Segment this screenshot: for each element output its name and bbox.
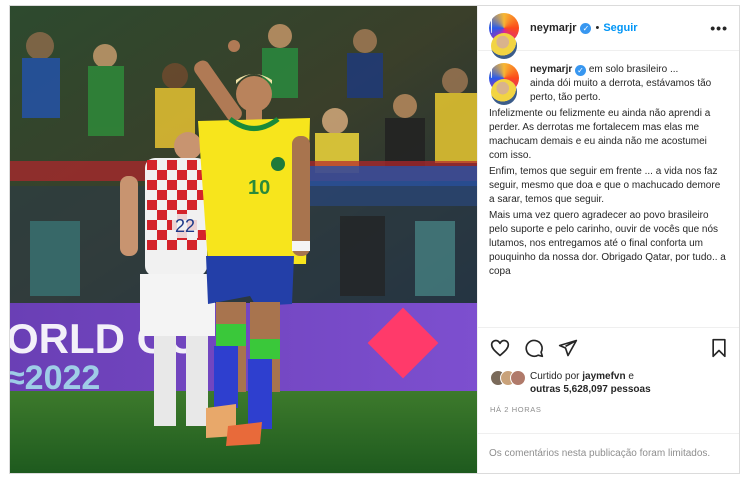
- instagram-post: ORLD CO ≈2022 22 10 neymarjr ✓ • Seguir …: [9, 5, 740, 474]
- caption-username[interactable]: neymarjr: [530, 64, 572, 75]
- send-icon[interactable]: [558, 338, 578, 358]
- heart-icon[interactable]: [490, 338, 510, 358]
- opponent-number: 22: [175, 216, 195, 236]
- liked-by-and: e: [628, 371, 634, 382]
- caption-paragraph: Enfim, temos que seguir em frente ... a …: [489, 166, 721, 205]
- photo-illustration: ORLD CO ≈2022 22 10: [10, 6, 477, 473]
- likes-summary: Curtido por jaymefvn e outras 5,628,097 …: [490, 370, 651, 396]
- post-photo[interactable]: ORLD CO ≈2022 22 10: [10, 6, 477, 473]
- post-timestamp[interactable]: HÁ 2 HORAS: [490, 405, 541, 414]
- liked-by-others[interactable]: outras 5,628,097 pessoas: [530, 384, 651, 395]
- avatar[interactable]: [489, 13, 519, 77]
- player-number: 10: [248, 177, 270, 199]
- caption-avatar[interactable]: [489, 63, 519, 118]
- separator-dot: •: [595, 22, 600, 34]
- comments-limited-notice: Os comentários nesta publicação foram li…: [478, 433, 739, 473]
- caption-line-1: em solo brasileiro ...: [588, 64, 679, 75]
- post-header: neymarjr ✓ • Seguir •••: [478, 6, 739, 77]
- verified-badge-icon: ✓: [575, 65, 587, 76]
- liked-by-prefix: Curtido por: [530, 371, 580, 382]
- caption-text: neymarjr ✓ em solo brasileiro ... ainda d…: [530, 63, 728, 105]
- username[interactable]: neymarjr: [530, 22, 576, 34]
- caption-paragraph: Mais uma vez quero agradecer ao povo bra…: [489, 210, 726, 277]
- more-options-icon[interactable]: •••: [710, 20, 728, 36]
- comment-icon[interactable]: [524, 338, 544, 358]
- verified-badge-icon: ✓: [580, 22, 592, 34]
- caption-paragraph: Infelizmente ou felizmente eu ainda não …: [489, 108, 711, 161]
- liked-by-user[interactable]: jaymefvn: [582, 371, 625, 382]
- caption-area: neymarjr ✓ em solo brasileiro ... ainda d…: [478, 51, 739, 327]
- follow-button[interactable]: Seguir: [603, 22, 637, 34]
- bookmark-icon[interactable]: [710, 338, 728, 358]
- liker-avatars: [490, 370, 526, 386]
- action-bar: [478, 327, 739, 367]
- caption-line-2: ainda dói muito a derrota, estávamos tão…: [530, 78, 712, 103]
- post-sidebar: neymarjr ✓ • Seguir ••• neymarjr ✓ em so…: [477, 6, 739, 473]
